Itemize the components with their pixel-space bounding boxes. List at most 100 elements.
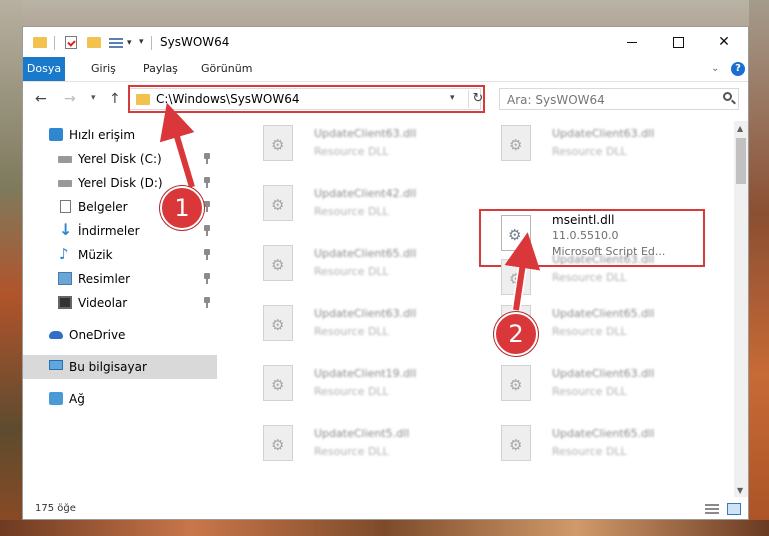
file-name: UpdateClient63.dll — [552, 253, 655, 266]
help-icon[interactable]: ? — [731, 62, 745, 76]
network-icon — [49, 392, 63, 405]
scroll-down-icon[interactable]: ▼ — [737, 486, 743, 495]
file-item[interactable]: UpdateClient63.dll Resource DLL — [479, 361, 699, 413]
divider — [54, 36, 55, 50]
properties-icon[interactable] — [65, 36, 77, 49]
tab-file[interactable]: Dosya — [23, 57, 65, 81]
ribbon: Dosya Giriş Paylaş Görünüm ⌄ ? — [23, 57, 748, 82]
dll-file-icon — [263, 125, 293, 161]
scroll-thumb[interactable] — [736, 138, 746, 184]
forward-arrow-icon[interactable]: → — [64, 91, 76, 107]
pin-icon — [203, 225, 211, 236]
file-name: UpdateClient63.dll — [314, 127, 417, 140]
up-arrow-icon[interactable]: ↑ — [109, 91, 121, 107]
downloads-icon — [58, 220, 72, 239]
search-input[interactable]: Ara: SysWOW64 — [507, 93, 605, 107]
file-item[interactable]: UpdateClient63.dll Resource DLL — [479, 121, 699, 173]
maximize-button[interactable] — [655, 27, 701, 57]
file-description: Resource DLL — [552, 325, 627, 338]
dll-file-icon — [263, 305, 293, 341]
file-item[interactable]: UpdateClient63.dll Resource DLL — [241, 121, 461, 173]
pin-icon — [203, 177, 211, 188]
tab-share[interactable]: Paylaş — [134, 57, 187, 81]
expand-ribbon-icon[interactable]: ⌄ — [711, 63, 719, 74]
file-name: UpdateClient19.dll — [314, 367, 417, 380]
window-title: SysWOW64 — [160, 35, 230, 49]
computer-icon — [49, 360, 63, 370]
sidebar-item-local-disk-c[interactable]: Yerel Disk (C:) — [23, 147, 217, 171]
dll-file-icon — [501, 425, 531, 461]
maximize-icon — [672, 36, 684, 48]
dll-file-icon — [501, 365, 531, 401]
navigation-pane: Hızlı erişim Yerel Disk (C:) Yerel Disk … — [23, 121, 217, 481]
minimize-button[interactable] — [609, 27, 655, 57]
sidebar-item-label: Hızlı erişim — [69, 128, 136, 142]
sidebar-item-label: Yerel Disk (C:) — [78, 152, 162, 166]
tab-home[interactable]: Giriş — [82, 57, 125, 81]
file-description: Resource DLL — [552, 445, 627, 458]
file-item[interactable]: UpdateClient5.dll Resource DLL — [241, 421, 461, 473]
file-description: Resource DLL — [314, 145, 389, 158]
pin-icon — [203, 153, 211, 164]
dll-file-icon — [263, 365, 293, 401]
sidebar-item-label: Müzik — [78, 248, 113, 262]
item-count: 175 öğe — [35, 503, 76, 514]
file-description: Resource DLL — [314, 205, 389, 218]
file-item[interactable]: UpdateClient63.dll Resource DLL — [241, 301, 461, 353]
file-name: UpdateClient65.dll — [552, 427, 655, 440]
file-description: Resource DLL — [552, 271, 627, 284]
file-item[interactable]: UpdateClient65.dll Resource DLL — [479, 421, 699, 473]
vertical-scrollbar[interactable]: ▲ ▼ — [734, 121, 748, 497]
file-item[interactable]: UpdateClient19.dll Resource DLL — [241, 361, 461, 413]
sidebar-item-quick-access[interactable]: Hızlı erişim — [23, 123, 217, 147]
sidebar-item-this-pc[interactable]: Bu bilgisayar — [23, 355, 217, 379]
file-item[interactable]: UpdateClient42.dll Resource DLL — [241, 181, 461, 233]
recent-locations-icon[interactable]: ▾ — [91, 93, 96, 103]
details-view-icon[interactable] — [705, 504, 719, 514]
close-icon: ✕ — [718, 34, 730, 50]
file-name: UpdateClient63.dll — [314, 307, 417, 320]
file-item[interactable]: UpdateClient63.dll Resource DLL — [479, 241, 699, 295]
new-folder-icon[interactable] — [87, 37, 101, 48]
file-description: Resource DLL — [314, 265, 389, 278]
back-arrow-icon[interactable]: ← — [35, 91, 47, 107]
view-options-icon[interactable] — [109, 37, 123, 49]
dll-file-icon — [263, 425, 293, 461]
callout-1: 1 — [160, 186, 204, 230]
search-icon[interactable] — [723, 92, 732, 101]
file-description: Resource DLL — [552, 385, 627, 398]
customize-toolbar-icon[interactable]: ▾ — [139, 37, 144, 47]
address-highlight-box — [128, 85, 485, 113]
pin-icon — [203, 297, 211, 308]
file-description: Resource DLL — [314, 325, 389, 338]
disk-icon — [58, 180, 72, 187]
navigation-bar: ← → ▾ ↑ C:\Windows\SysWOW64 ▾ ↻ Ara: Sys… — [23, 82, 748, 116]
pictures-icon — [58, 272, 72, 285]
sidebar-item-pictures[interactable]: Resimler — [23, 267, 217, 291]
callout-2: 2 — [494, 312, 538, 356]
sidebar-item-label: İndirmeler — [78, 224, 140, 238]
file-list: UpdateClient63.dll Resource DLL UpdateCl… — [217, 121, 734, 481]
tab-view[interactable]: Görünüm — [192, 57, 261, 81]
sidebar-item-onedrive[interactable]: OneDrive — [23, 323, 217, 347]
file-description: Resource DLL — [552, 145, 627, 158]
tiles-view-icon[interactable] — [727, 503, 741, 515]
sidebar-item-label: Yerel Disk (D:) — [78, 176, 163, 190]
sidebar-item-network[interactable]: Ağ — [23, 387, 217, 411]
file-name: UpdateClient63.dll — [552, 127, 655, 140]
chevron-down-icon[interactable]: ▾ — [127, 38, 132, 48]
dll-file-icon — [263, 245, 293, 281]
sidebar-item-label: OneDrive — [69, 328, 126, 342]
sidebar-item-videos[interactable]: Videolar — [23, 291, 217, 315]
scroll-up-icon[interactable]: ▲ — [737, 124, 743, 133]
sidebar-item-label: Bu bilgisayar — [69, 360, 147, 374]
pin-icon — [203, 273, 211, 284]
folder-icon[interactable] — [33, 37, 47, 48]
videos-icon — [58, 296, 72, 309]
music-icon — [58, 245, 72, 263]
sidebar-item-music[interactable]: Müzik — [23, 243, 217, 267]
search-box[interactable]: Ara: SysWOW64 — [499, 88, 739, 110]
close-button[interactable]: ✕ — [701, 27, 747, 57]
file-item[interactable]: UpdateClient65.dll Resource DLL — [241, 241, 461, 293]
desktop-wallpaper-right — [749, 0, 769, 536]
